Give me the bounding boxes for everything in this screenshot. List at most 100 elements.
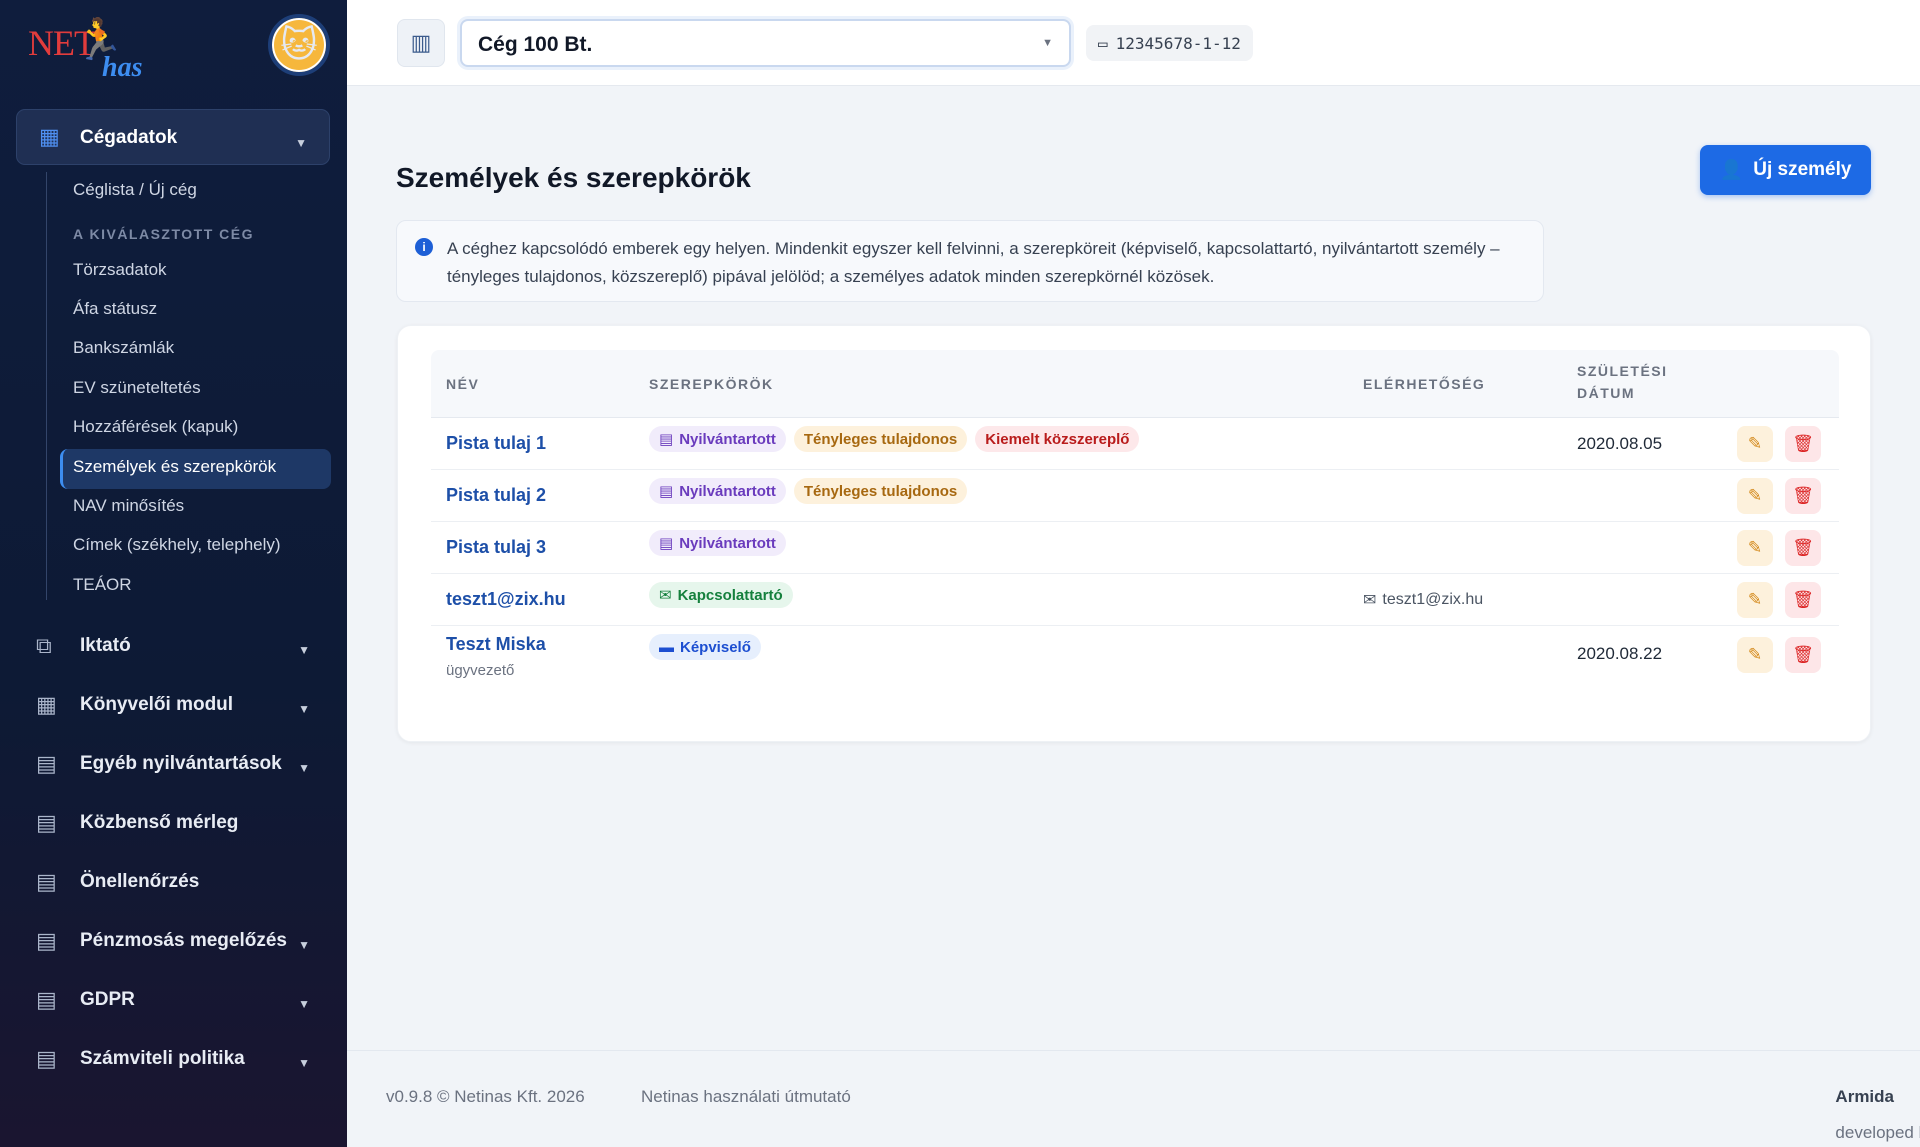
- role-badge-label: Tényleges tulajdonos: [803, 430, 958, 448]
- netinas-logo[interactable]: NET 🏃 has: [26, 16, 142, 83]
- delete-button[interactable]: 🗑: [1785, 582, 1821, 618]
- trash-icon: 🗑: [1792, 590, 1814, 609]
- edit-icon: ✎: [1747, 645, 1763, 664]
- dropdown-arrow-icon: ▼: [1042, 37, 1053, 49]
- nav-label: Számviteli politika: [80, 1048, 245, 1069]
- nav-penzmosas[interactable]: ▤ Pénzmosás megelőzés ▼: [36, 922, 326, 962]
- edit-button[interactable]: ✎: [1737, 637, 1773, 673]
- person-name-link[interactable]: teszt1@zix.hu: [446, 589, 566, 610]
- person-name-link[interactable]: Pista tulaj 3: [446, 537, 546, 558]
- footer: v0.9.8 © Netinas Kft. 2026 Netinas haszn…: [347, 1050, 1920, 1147]
- column-header-roles: SZEREPKÖRÖK: [649, 376, 774, 392]
- nav-szamviteli-politika[interactable]: ▤ Számviteli politika ▼: [36, 1040, 326, 1080]
- sub-item-ev-szuneteltetes[interactable]: EV szüneteltetés: [73, 378, 201, 398]
- column-header-name: NÉV: [446, 376, 480, 392]
- nav-onellenorzes[interactable]: ▤ Önellenőrzés: [36, 863, 326, 903]
- nav-label: Könyvelői modul: [80, 694, 234, 715]
- chevron-down-icon: ▼: [298, 997, 310, 1011]
- calendar-icon: ▤: [36, 810, 57, 835]
- sub-item-teaor[interactable]: TEÁOR: [73, 575, 132, 595]
- sub-item-afa-statusz[interactable]: Áfa státusz: [73, 299, 157, 319]
- table-row: teszt1@zix.hu ✉ Kapcsolattartó ✉ teszt1@zi…: [431, 574, 1839, 626]
- role-badge-kiemelt: Kiemelt közszereplő: [975, 426, 1140, 452]
- delete-button[interactable]: 🗑: [1785, 426, 1821, 462]
- id-card-icon: ▤: [659, 431, 674, 448]
- footer-guide-link[interactable]: Netinas használati útmutató: [641, 1087, 851, 1107]
- sub-item-hozzaferesek[interactable]: Hozzáférések (kapuk): [73, 417, 238, 437]
- nav-label: Közbenső mérleg: [80, 812, 239, 833]
- edit-icon: ✎: [1747, 434, 1763, 453]
- delete-button[interactable]: 🗑: [1785, 530, 1821, 566]
- calendar-icon: ▤: [36, 751, 57, 776]
- delete-button[interactable]: 🗑: [1785, 478, 1821, 514]
- sub-item-torzsadatok[interactable]: Törzsadatok: [73, 260, 167, 280]
- envelope-icon: ✉: [1363, 592, 1377, 609]
- trash-icon: 🗑: [1792, 538, 1814, 557]
- info-text: A céghez kapcsolódó emberek egy helyen. …: [447, 239, 1500, 286]
- logo-text-has: has: [102, 52, 143, 83]
- developer-name[interactable]: Armida: [1835, 1087, 1894, 1106]
- delete-button[interactable]: 🗑: [1785, 637, 1821, 673]
- birth-date: 2020.08.05: [1577, 434, 1663, 453]
- building-icon: ▦: [39, 124, 60, 149]
- sub-item-bankszamlak[interactable]: Bankszámlák: [73, 338, 174, 358]
- nav-cegadatok-label: Cégadatok: [80, 127, 178, 148]
- new-person-button-label: Új személy: [1753, 159, 1852, 180]
- trash-icon: 🗑: [1792, 434, 1814, 453]
- company-building-button[interactable]: ▥: [397, 19, 445, 67]
- footer-developer: developed by Armida: [1835, 1087, 1920, 1142]
- column-header-birth: SZÜLETÉSI: [1577, 363, 1668, 379]
- user-plus-icon: 👤: [1719, 160, 1744, 181]
- table-row: Pista tulaj 1 ▤ Nyilvántartott Tényleges …: [431, 418, 1839, 470]
- edit-button[interactable]: ✎: [1737, 530, 1773, 566]
- new-person-button[interactable]: 👤 Új személy: [1700, 145, 1871, 195]
- role-badge-label: Nyilvántartott: [679, 430, 776, 448]
- nav-label: Iktató: [80, 635, 131, 656]
- table-header: NÉV SZEREPKÖRÖK ELÉRHETŐSÉG SZÜLETÉSI DÁ…: [431, 350, 1839, 418]
- chevron-down-icon: ▼: [298, 761, 310, 775]
- edit-icon: ✎: [1747, 486, 1763, 505]
- nav-label: Pénzmosás megelőzés: [80, 930, 287, 951]
- sub-item-szemelyek[interactable]: Személyek és szerepkörök: [73, 457, 276, 477]
- nav-egyeb-nyilvantartasok[interactable]: ▤ Egyéb nyilvántartások ▼: [36, 745, 326, 785]
- role-badge-label: Tényleges tulajdonos: [803, 482, 958, 500]
- person-name-link[interactable]: Teszt Miska: [446, 634, 546, 655]
- person-name-link[interactable]: Pista tulaj 2: [446, 485, 546, 506]
- edit-icon: ✎: [1747, 590, 1763, 609]
- person-name-link[interactable]: Pista tulaj 1: [446, 433, 546, 454]
- sub-item-cimek[interactable]: Címek (székhely, telephely): [73, 535, 281, 555]
- company-select-value: Cég 100 Bt.: [478, 33, 593, 56]
- role-badge-label: Nyilvántartott: [679, 534, 776, 552]
- avatar[interactable]: 🐱: [268, 14, 330, 76]
- id-card-icon: ▤: [659, 535, 674, 552]
- company-select[interactable]: Cég 100 Bt. ▼: [460, 19, 1071, 67]
- nav-iktato[interactable]: ⧉ Iktató ▼: [36, 627, 326, 667]
- calendar-icon: ▤: [36, 928, 57, 953]
- edit-button[interactable]: ✎: [1737, 426, 1773, 462]
- role-badge-nyilvantartott: ▤ Nyilvántartott: [649, 478, 786, 504]
- nav-kozbenso-merleg[interactable]: ▤ Közbenső mérleg: [36, 804, 326, 844]
- calculator-icon: ▦: [36, 692, 57, 717]
- sub-item-ceglista[interactable]: Céglista / Új cég: [73, 180, 197, 200]
- role-badge-nyilvantartott: ▤ Nyilvántartott: [649, 426, 786, 452]
- nav-gdpr[interactable]: ▤ GDPR ▼: [36, 981, 326, 1021]
- role-badge-tenyleges: Tényleges tulajdonos: [793, 426, 968, 452]
- nav-konyveloi-modul[interactable]: ▦ Könyvelői modul ▼: [36, 686, 326, 726]
- chevron-down-icon: ▼: [298, 643, 310, 657]
- envelope-icon: ✉: [659, 587, 672, 604]
- nav-label: GDPR: [80, 989, 135, 1010]
- nav-label: Önellenőrzés: [80, 871, 200, 892]
- chevron-down-icon: ▼: [298, 938, 310, 952]
- section-heading: A KIVÁLASZTOTT CÉG: [73, 226, 254, 242]
- edit-button[interactable]: ✎: [1737, 478, 1773, 514]
- table-row: Teszt Miska ügyvezető ▬ Képviselő 2020.08…: [431, 626, 1839, 696]
- sub-item-nav-minosites[interactable]: NAV minősítés: [73, 496, 184, 516]
- edit-button[interactable]: ✎: [1737, 582, 1773, 618]
- calendar-icon: ▤: [36, 987, 57, 1012]
- chevron-down-icon: ▼: [295, 136, 307, 150]
- nav-label: Egyéb nyilvántartások: [80, 753, 282, 774]
- info-box: i A céghez kapcsolódó emberek egy helyen…: [396, 220, 1544, 302]
- nav-cegadatok[interactable]: ▦ Cégadatok ▼: [16, 109, 330, 165]
- building-icon: ▥: [410, 30, 432, 55]
- role-badge-kepviselo: ▬ Képviselő: [649, 634, 761, 660]
